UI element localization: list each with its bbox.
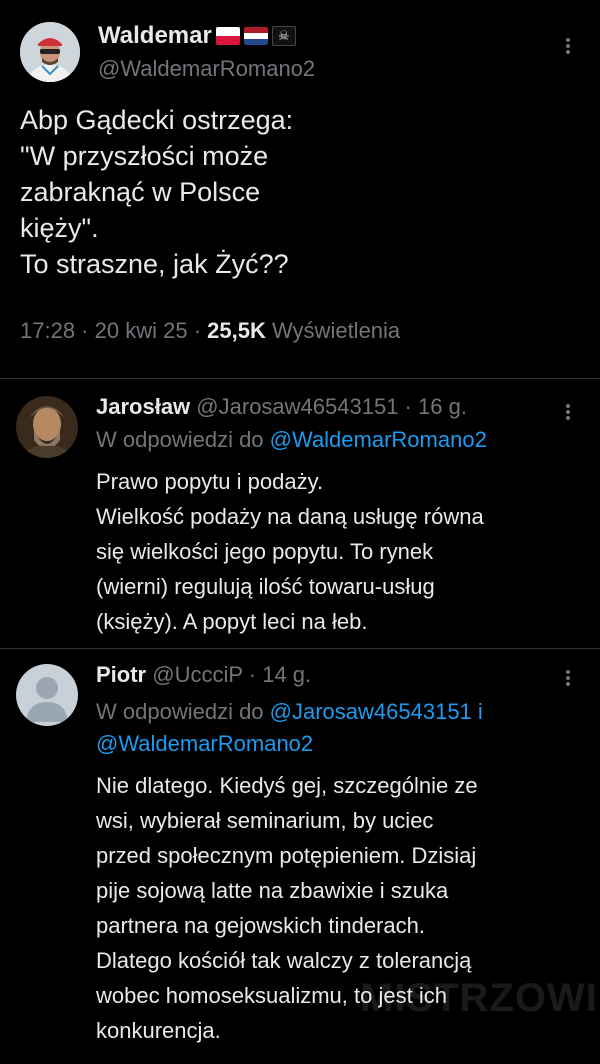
reply-author-name[interactable]: Piotr <box>96 662 146 687</box>
reply-header: Jarosław @Jarosaw46543151 · 16 g. <box>96 394 467 420</box>
tweet-text: Abp Gądecki ostrzega: "W przyszłości moż… <box>20 105 294 279</box>
divider <box>0 648 600 649</box>
portrait-avatar-image <box>16 396 78 458</box>
default-avatar-icon <box>16 664 78 726</box>
reply-to-prefix: W odpowiedzi do <box>96 427 270 452</box>
author-handle[interactable]: @WaldemarRomano2 <box>98 56 315 82</box>
more-options-icon[interactable] <box>566 402 570 422</box>
reply-avatar[interactable] <box>16 396 78 458</box>
reply-author-handle[interactable]: @UccciP <box>152 662 242 687</box>
author-name[interactable]: Waldemar <box>98 22 212 50</box>
meta-separator: · <box>242 662 263 687</box>
main-tweet: Waldemar ☠ @WaldemarRomano2 Abp Gądecki … <box>0 0 600 378</box>
watermark: MISTRZOWIE <box>360 976 600 1020</box>
views-label: Wyświetlenia <box>271 318 401 343</box>
reply-age[interactable]: 14 g. <box>262 662 311 687</box>
author-avatar[interactable] <box>20 22 80 82</box>
tweet-date[interactable]: 20 kwi 25 <box>95 318 188 343</box>
reply-context: W odpowiedzi do @Jarosaw46543151 i @Walde… <box>96 696 586 760</box>
tweet-time[interactable]: 17:28 <box>20 318 75 343</box>
reply-to-prefix: W odpowiedzi do <box>96 699 270 724</box>
author-avatar-image <box>20 22 80 82</box>
reply-age[interactable]: 16 g. <box>418 394 467 419</box>
poland-flag-icon <box>215 27 240 45</box>
reply-text: Prawo popytu i podaży. Wielkość podaży n… <box>96 469 484 634</box>
reply-avatar[interactable] <box>16 664 78 726</box>
meta-separator: · <box>187 318 208 343</box>
mention-link[interactable]: @Jarosaw46543151 <box>270 699 472 724</box>
more-options-icon[interactable] <box>566 668 570 688</box>
more-options-icon[interactable] <box>566 36 570 56</box>
meta-separator: · <box>398 394 418 419</box>
reply-header: Piotr @UccciP · 14 g. <box>96 662 311 688</box>
reply-author-handle[interactable]: @Jarosaw46543151 <box>196 394 398 419</box>
author-name-row: Waldemar ☠ <box>98 22 296 50</box>
mention-link[interactable]: @WaldemarRomano2 <box>270 427 487 452</box>
pirate-flag-icon: ☠ <box>271 26 296 46</box>
netherlands-flag-icon <box>243 27 268 45</box>
reply-context: W odpowiedzi do @WaldemarRomano2 <box>96 424 586 456</box>
meta-separator: · <box>75 318 95 343</box>
tweet-meta: 17:28 · 20 kwi 25 · 25,5K Wyświetlenia <box>20 318 400 344</box>
views-count: 25,5K <box>207 318 266 343</box>
mention-joiner: i <box>471 699 483 724</box>
divider <box>0 378 600 379</box>
reply-author-name[interactable]: Jarosław <box>96 394 190 419</box>
mention-link[interactable]: @WaldemarRomano2 <box>96 731 313 756</box>
